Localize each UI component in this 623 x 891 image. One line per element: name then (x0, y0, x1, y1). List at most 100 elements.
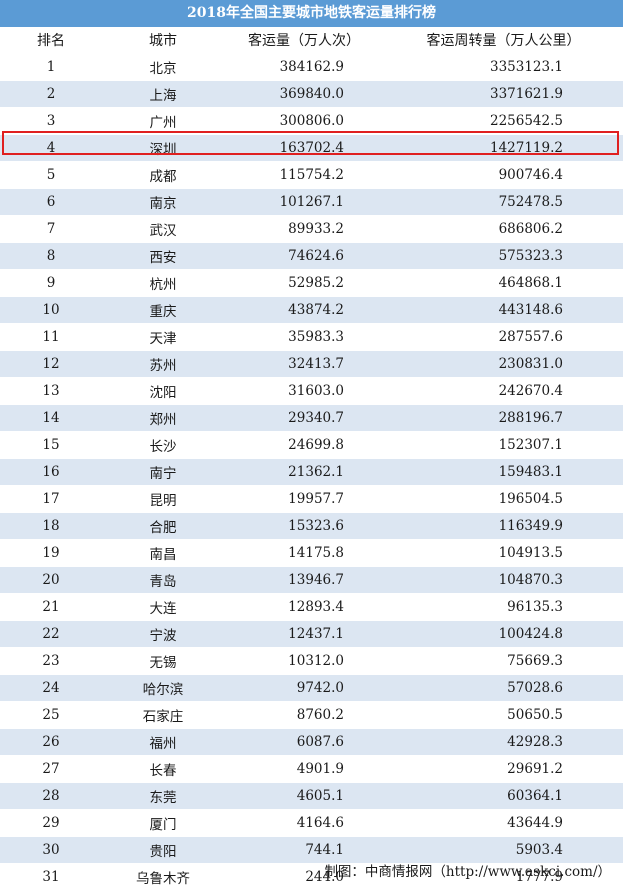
volume-cell: 12893.4 (224, 593, 384, 621)
table-row: 11 天津 35983.3 287557.6 (0, 323, 623, 351)
rank-cell: 10 (0, 296, 102, 324)
rank-cell: 22 (0, 620, 102, 648)
city-cell: 长春 (102, 755, 224, 783)
turnover-cell: 287557.6 (384, 323, 623, 351)
city-cell: 南宁 (102, 458, 224, 486)
city-cell: 合肥 (102, 512, 224, 540)
turnover-cell: 100424.8 (384, 620, 623, 648)
turnover-cell: 230831.0 (384, 350, 623, 378)
turnover-cell: 1427119.2 (384, 134, 623, 162)
city-cell: 杭州 (102, 269, 224, 297)
volume-cell: 24699.8 (224, 431, 384, 459)
city-cell: 长沙 (102, 431, 224, 459)
city-cell: 广州 (102, 107, 224, 135)
turnover-cell: 2256542.5 (384, 107, 623, 135)
header-row: 排名 城市 客运量（万人次） 客运周转量（万人公里） (0, 27, 623, 54)
table-body: 1 北京 384162.9 3353123.1 2 上海 369840.0 3371621.9… (0, 53, 623, 891)
city-cell: 南京 (102, 188, 224, 216)
turnover-cell: 3353123.1 (384, 53, 623, 81)
rank-cell: 1 (0, 53, 102, 81)
table-row: 6 南京 101267.1 752478.5 (0, 188, 623, 216)
turnover-cell: 152307.1 (384, 431, 623, 459)
rank-cell: 6 (0, 188, 102, 216)
turnover-cell: 242670.4 (384, 377, 623, 405)
city-cell: 西安 (102, 242, 224, 270)
header-turnover: 客运周转量（万人公里） (384, 27, 623, 54)
rank-cell: 28 (0, 782, 102, 810)
volume-cell: 19957.7 (224, 485, 384, 513)
rank-cell: 27 (0, 755, 102, 783)
table-row: 19 南昌 14175.8 104913.5 (0, 539, 623, 567)
table-row: 21 大连 12893.4 96135.3 (0, 593, 623, 621)
rank-cell: 7 (0, 215, 102, 243)
city-cell: 厦门 (102, 809, 224, 837)
header-rank: 排名 (0, 27, 102, 54)
turnover-cell: 196504.5 (384, 485, 623, 513)
turnover-cell: 29691.2 (384, 755, 623, 783)
table-row: 17 昆明 19957.7 196504.5 (0, 485, 623, 513)
turnover-cell: 3371621.9 (384, 80, 623, 108)
turnover-cell: 60364.1 (384, 782, 623, 810)
rank-cell: 16 (0, 458, 102, 486)
turnover-cell: 288196.7 (384, 404, 623, 432)
table-row: 5 成都 115754.2 900746.4 (0, 161, 623, 189)
table-row: 16 南宁 21362.1 159483.1 (0, 458, 623, 486)
table-row: 18 合肥 15323.6 116349.9 (0, 512, 623, 540)
rank-cell: 3 (0, 107, 102, 135)
volume-cell: 9742.0 (224, 674, 384, 702)
table-row: 29 厦门 4164.6 43644.9 (0, 809, 623, 837)
city-cell: 哈尔滨 (102, 674, 224, 702)
volume-cell: 115754.2 (224, 161, 384, 189)
city-cell: 大连 (102, 593, 224, 621)
city-cell: 武汉 (102, 215, 224, 243)
table-row: 7 武汉 89933.2 686806.2 (0, 215, 623, 243)
volume-cell: 89933.2 (224, 215, 384, 243)
volume-cell: 15323.6 (224, 512, 384, 540)
volume-cell: 384162.9 (224, 53, 384, 81)
ranking-table: 排名 城市 客运量（万人次） 客运周转量（万人公里） 1 北京 384162.9 33… (0, 27, 623, 891)
table-row: 8 西安 74624.6 575323.3 (0, 242, 623, 270)
city-cell: 上海 (102, 80, 224, 108)
rank-cell: 8 (0, 242, 102, 270)
city-cell: 昆明 (102, 485, 224, 513)
rank-cell: 4 (0, 134, 102, 162)
table-row: 27 长春 4901.9 29691.2 (0, 755, 623, 783)
city-cell: 郑州 (102, 404, 224, 432)
volume-cell: 6087.6 (224, 728, 384, 756)
turnover-cell: 96135.3 (384, 593, 623, 621)
volume-cell: 4164.6 (224, 809, 384, 837)
table-row: 14 郑州 29340.7 288196.7 (0, 404, 623, 432)
rank-cell: 12 (0, 350, 102, 378)
city-cell: 福州 (102, 728, 224, 756)
volume-cell: 21362.1 (224, 458, 384, 486)
city-cell: 成都 (102, 161, 224, 189)
rank-cell: 2 (0, 80, 102, 108)
rank-cell: 11 (0, 323, 102, 351)
volume-cell: 10312.0 (224, 647, 384, 675)
city-cell: 南昌 (102, 539, 224, 567)
table-row: 26 福州 6087.6 42928.3 (0, 728, 623, 756)
table-row: 20 青岛 13946.7 104870.3 (0, 566, 623, 594)
city-cell: 北京 (102, 53, 224, 81)
table-row: 12 苏州 32413.7 230831.0 (0, 350, 623, 378)
turnover-cell: 752478.5 (384, 188, 623, 216)
table-title: 2018年全国主要城市地铁客运量排行榜 (0, 0, 623, 27)
table-row: 3 广州 300806.0 2256542.5 (0, 107, 623, 135)
volume-cell: 8760.2 (224, 701, 384, 729)
rank-cell: 9 (0, 269, 102, 297)
table-row: 25 石家庄 8760.2 50650.5 (0, 701, 623, 729)
city-cell: 重庆 (102, 296, 224, 324)
rank-cell: 17 (0, 485, 102, 513)
volume-cell: 369840.0 (224, 80, 384, 108)
rank-cell: 25 (0, 701, 102, 729)
turnover-cell: 104870.3 (384, 566, 623, 594)
volume-cell: 4605.1 (224, 782, 384, 810)
city-cell: 青岛 (102, 566, 224, 594)
rank-cell: 13 (0, 377, 102, 405)
volume-cell: 4901.9 (224, 755, 384, 783)
volume-cell: 74624.6 (224, 242, 384, 270)
rank-cell: 26 (0, 728, 102, 756)
turnover-cell: 443148.6 (384, 296, 623, 324)
turnover-cell: 50650.5 (384, 701, 623, 729)
turnover-cell: 159483.1 (384, 458, 623, 486)
